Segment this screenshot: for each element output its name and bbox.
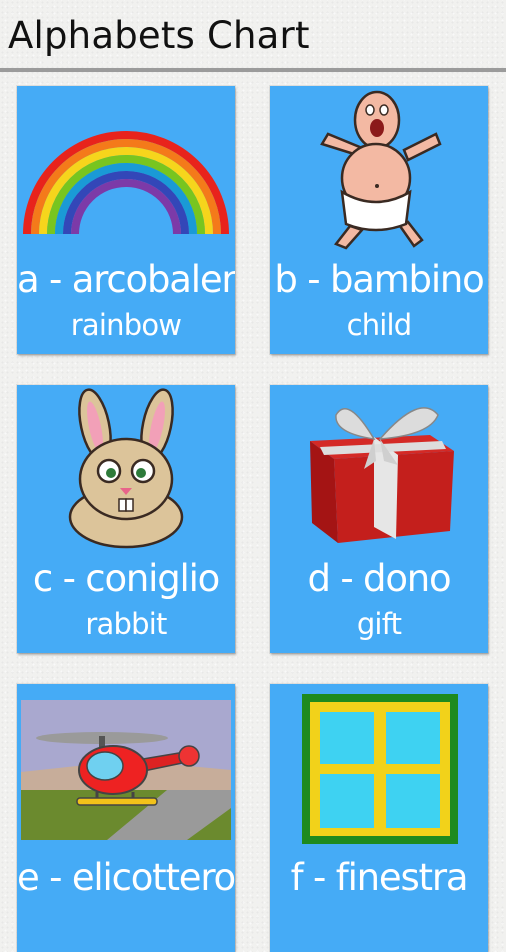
card-italian-word: d - dono xyxy=(307,557,452,600)
rabbit-icon xyxy=(68,388,184,549)
card-italian-word: f - finestra xyxy=(290,856,469,899)
card-d-dono[interactable]: d - dono gift xyxy=(270,385,488,653)
card-italian-word: c - coniglio xyxy=(32,557,220,600)
helicopter-icon xyxy=(21,700,231,840)
card-e-elicottero[interactable]: e - elicottero xyxy=(17,684,235,952)
title-divider xyxy=(0,68,506,72)
card-a-arcobaleno[interactable]: a - arcobaleno rainbow xyxy=(17,86,235,354)
card-english-word: rainbow xyxy=(70,308,182,342)
window-icon xyxy=(302,694,458,844)
card-english-word: rabbit xyxy=(85,607,167,641)
card-english-word: child xyxy=(346,308,413,342)
card-c-coniglio[interactable]: c - coniglio rabbit xyxy=(17,385,235,653)
card-italian-word: e - elicottero xyxy=(17,856,235,899)
card-b-bambino[interactable]: b - bambino child xyxy=(270,86,488,354)
card-f-finestra[interactable]: f - finestra xyxy=(270,684,488,952)
rainbow-icon xyxy=(17,131,235,254)
page-title: Alphabets Chart xyxy=(8,14,310,57)
card-italian-word: a - arcobaleno xyxy=(17,258,235,301)
card-italian-word: b - bambino xyxy=(274,258,484,301)
baby-icon xyxy=(320,90,442,250)
gift-box-icon xyxy=(310,407,454,543)
card-english-word: gift xyxy=(356,607,402,641)
